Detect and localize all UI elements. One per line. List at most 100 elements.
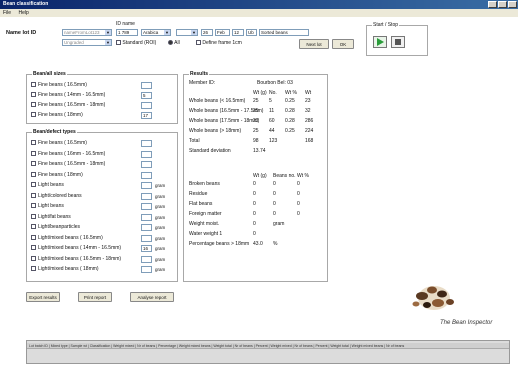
defect-checkbox[interactable] [31, 234, 36, 240]
defect-row-label: Light/fat beans [38, 213, 71, 220]
batch-label: Name lot ID [6, 30, 37, 36]
defect-value-input[interactable] [141, 255, 152, 263]
sieve-checkbox[interactable] [31, 102, 36, 108]
results-grid[interactable]: Lot batch ID | Mixed type | Sample wt | … [26, 340, 510, 364]
play-button[interactable] [373, 36, 387, 48]
defect-row: Fine beans ( 16mm - 16.5mm) [31, 150, 152, 158]
defect-row: Light/mixed beans ( 14mm - 16.5mm) 16 gram [31, 245, 165, 252]
results-cell: 11 [269, 108, 275, 114]
standard-checkbox[interactable] [116, 40, 121, 46]
defect-value-input[interactable] [141, 161, 152, 168]
results-row-label: Whole beans (17.5mm - 18mm) [189, 118, 260, 124]
date-year-input[interactable]: 12 [232, 29, 244, 36]
results-row-label: Water weight 1 [189, 231, 223, 237]
defect-value-input[interactable] [141, 224, 152, 231]
sieve-checkbox[interactable] [31, 112, 36, 118]
sieve-row-label: Fine beans ( 14mm - 16.5mm) [38, 92, 106, 98]
results-cell: 0 [253, 191, 256, 197]
option-all[interactable]: All [168, 40, 180, 46]
defect-checkbox[interactable] [31, 182, 36, 188]
sieve-value-input[interactable]: 17 [141, 112, 152, 119]
defect-row-label: Fine beans ( 16mm - 16.5mm) [38, 150, 106, 157]
results-cell: 0 [253, 221, 256, 227]
member-value: Bourbon Bel: 03 [257, 80, 293, 86]
defect-value-input[interactable] [141, 213, 152, 221]
maximize-button[interactable] [498, 1, 507, 8]
menu-file[interactable]: File [3, 10, 11, 16]
defect-checkbox[interactable] [31, 255, 36, 261]
sieve-value-input[interactable] [141, 102, 152, 109]
defect-checkbox[interactable] [31, 203, 36, 209]
sieve-checkbox[interactable] [31, 82, 36, 88]
coffee-beans-icon [412, 286, 454, 310]
defect-value-input[interactable]: 16 [141, 245, 152, 252]
date-day-input[interactable]: 26 [201, 29, 213, 36]
defect-row-label: Light/mixed beans ( 16.5mm) [38, 234, 103, 241]
defect-unit: gram [155, 193, 166, 199]
option-select[interactable]: Define frame 1cm [196, 40, 242, 46]
results-cell: 98 [253, 138, 259, 144]
results-row-label: Flat beans [189, 201, 213, 207]
defect-value-input[interactable] [141, 182, 152, 189]
export-results-button[interactable]: Export results [26, 292, 60, 302]
defect-checkbox[interactable] [31, 171, 36, 177]
defect-row: Light/beanparticles gram [31, 224, 165, 231]
print-report-button[interactable]: Print report [78, 292, 112, 302]
id-input[interactable]: 1 789 [116, 29, 138, 36]
lot-combo[interactable]: nameFromLot123 ▼ [62, 29, 112, 36]
close-button[interactable] [508, 1, 517, 8]
sieve-row-label: Fine beans ( 16.5mm) [38, 82, 87, 88]
defect-unit: gram [155, 235, 166, 241]
defect-value-input[interactable] [141, 140, 152, 147]
date-combo[interactable]: Arabica ▼ [176, 29, 198, 36]
owner-input[interactable]: Sorted beans [259, 29, 309, 36]
option-all-label: All [174, 40, 180, 46]
defect-value-input[interactable] [141, 266, 152, 273]
results-cell: 0.28 [285, 108, 295, 114]
defect-checkbox[interactable] [31, 213, 36, 219]
ok-button[interactable]: OK [332, 39, 354, 49]
results-cell: 0 [253, 201, 256, 207]
defect-value-input[interactable] [141, 203, 152, 210]
window-controls [488, 1, 517, 8]
defect-value-input[interactable] [141, 171, 152, 179]
results-row-label: Foreign matter [189, 211, 222, 217]
defect-row-label: Fine beans ( 18mm) [38, 171, 83, 178]
analyse-report-button[interactable]: Analyse report [130, 292, 174, 302]
menu-bar: File Help [0, 9, 518, 17]
date-unit-input[interactable]: Ub [246, 29, 257, 36]
defect-unit: gram [155, 225, 166, 230]
option-standard[interactable]: Standard (ROI) [116, 40, 156, 46]
defect-value-input[interactable] [141, 150, 152, 158]
defect-checkbox[interactable] [31, 150, 36, 156]
defect-checkbox[interactable] [31, 161, 36, 167]
defect-checkbox[interactable] [31, 140, 36, 146]
defect-value-input[interactable] [141, 192, 152, 200]
sieve-row: Fine beans ( 14mm - 16.5mm) 5 [31, 92, 152, 99]
results-cell: 0 [253, 181, 256, 187]
sieve-value-input[interactable] [141, 82, 152, 89]
minimize-button[interactable] [488, 1, 497, 8]
defect-value-input[interactable] [141, 234, 152, 242]
next-lot-button[interactable]: Next lot [299, 39, 329, 49]
defect-checkbox[interactable] [31, 224, 36, 230]
sieve-checkbox[interactable] [31, 92, 36, 98]
date-month-input[interactable]: Feb [215, 29, 230, 36]
results-cell: 43.0 [253, 241, 263, 247]
sieve-value-input[interactable]: 5 [141, 92, 152, 99]
frame-checkbox[interactable] [196, 40, 201, 46]
results-cell: 0 [297, 211, 300, 217]
window-title-bar: Bean classification [0, 0, 518, 9]
results-cell: 22 [253, 118, 259, 124]
grade-combo[interactable]: Ungraded ▼ [62, 39, 112, 46]
all-radio[interactable] [168, 40, 173, 46]
variety-combo[interactable]: Arabica ▼ [141, 29, 171, 36]
menu-help[interactable]: Help [18, 10, 28, 16]
results-column-header: Wt (g) [253, 90, 267, 96]
defect-checkbox[interactable] [31, 192, 36, 198]
stop-button[interactable] [391, 36, 405, 48]
defect-checkbox[interactable] [31, 245, 36, 251]
results-column-header: Wt % [285, 90, 297, 96]
results-row-label: Total [189, 138, 200, 144]
defect-checkbox[interactable] [31, 266, 36, 272]
